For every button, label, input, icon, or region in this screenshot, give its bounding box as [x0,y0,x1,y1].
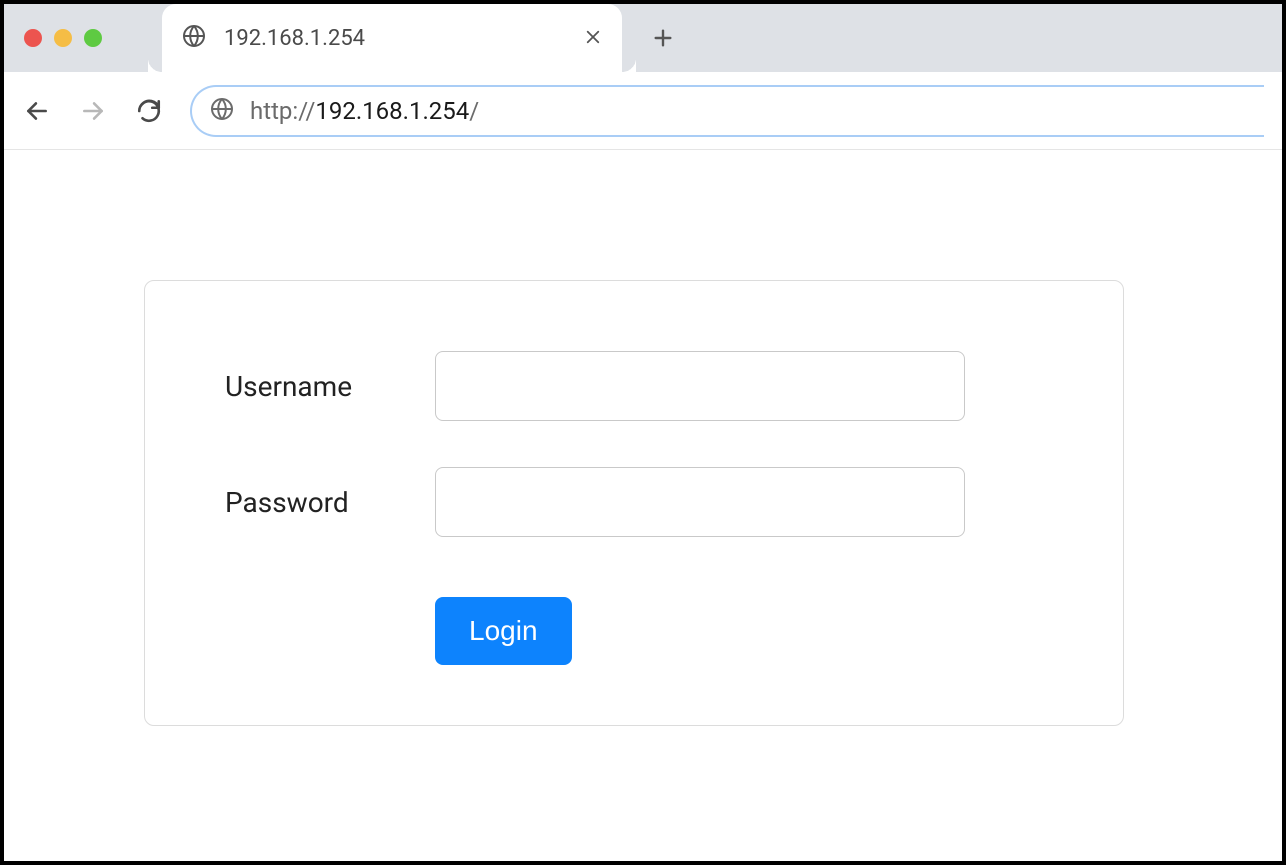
username-row: Username [225,351,1043,421]
password-input[interactable] [435,467,965,537]
forward-button[interactable] [78,96,108,126]
button-row: Login [225,597,1043,665]
window-controls [4,29,102,47]
url-scheme: http:// [250,97,315,125]
login-button[interactable]: Login [435,597,572,665]
username-label: Username [225,370,435,403]
url-text: http://192.168.1.254/ [250,97,479,125]
reload-button[interactable] [134,96,164,126]
url-path: / [469,97,479,125]
address-bar[interactable]: http://192.168.1.254/ [190,85,1264,137]
password-label: Password [225,486,435,519]
url-host: 192.168.1.254 [315,97,469,125]
browser-toolbar: http://192.168.1.254/ [4,72,1282,150]
window-zoom-button[interactable] [84,29,102,47]
browser-tab-strip: 192.168.1.254 [4,4,1282,72]
site-info-icon[interactable] [210,97,234,125]
browser-tab[interactable]: 192.168.1.254 [162,4,622,72]
back-button[interactable] [22,96,52,126]
username-input[interactable] [435,351,965,421]
page-content: Username Password Login [4,150,1282,726]
globe-icon [182,24,206,52]
tab-title: 192.168.1.254 [224,26,566,51]
window-close-button[interactable] [24,29,42,47]
password-row: Password [225,467,1043,537]
login-card: Username Password Login [144,280,1124,726]
window-minimize-button[interactable] [54,29,72,47]
new-tab-button[interactable] [652,22,674,54]
tab-close-button[interactable] [584,26,602,50]
